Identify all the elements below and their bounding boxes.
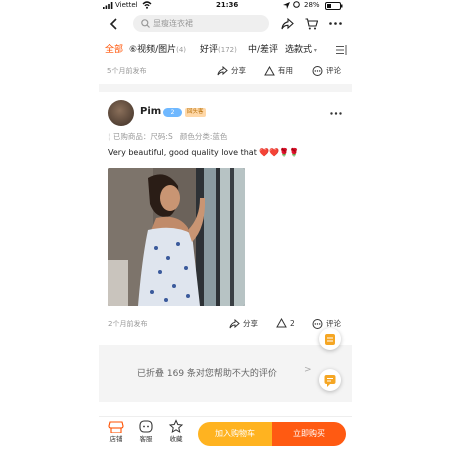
location-icon — [283, 2, 291, 9]
bottom-action-bar: 店铺 客服 收藏 加入购物车 立即购买 — [99, 416, 352, 450]
repeat-customer-badge: 回头客 — [185, 108, 206, 117]
share-icon[interactable] — [281, 18, 294, 30]
review-photo[interactable] — [108, 168, 245, 306]
add-to-cart-button[interactable]: 加入购物车 — [198, 422, 272, 446]
filter-menu-icon[interactable] — [336, 45, 347, 55]
battery-percent: 28% — [304, 1, 320, 9]
floating-message-button[interactable] — [319, 369, 341, 391]
tab-neutral-negative[interactable]: 中/差评 — [248, 38, 278, 62]
message-icon — [324, 375, 336, 387]
floating-coupon-button[interactable] — [319, 328, 341, 350]
prev-share-button[interactable]: 分享 — [217, 65, 246, 76]
phone-screen: Viettel 21:36 28% 显瘦连衣裙 全部 ⑥视频/图片(4) 好评(… — [99, 0, 352, 450]
tab-select-style[interactable]: 选款式 ▾ — [285, 38, 317, 63]
star-icon — [168, 419, 184, 433]
folded-reviews-link[interactable]: 已折叠 169 条对您帮助不大的评价 > — [99, 345, 352, 402]
status-time: 21:36 — [216, 1, 239, 9]
search-placeholder: 显瘦连衣裙 — [153, 19, 193, 28]
username[interactable]: Pim — [140, 106, 161, 117]
share-icon — [217, 65, 228, 75]
customer-service-button[interactable]: 客服 — [132, 419, 160, 443]
battery-icon — [325, 2, 343, 10]
triangle-up-icon — [276, 318, 287, 328]
triangle-up-icon — [264, 65, 275, 75]
comment-icon — [312, 65, 323, 76]
tab-video-images[interactable]: ⑥视频/图片(4) — [129, 38, 186, 62]
avatar[interactable] — [108, 100, 134, 126]
search-icon — [141, 19, 150, 28]
review-card: Pim 2 回头客 ¦ 已购商品：尺码:S 颜色分类:蓝色 Very beaut… — [99, 92, 352, 344]
back-icon[interactable] — [109, 18, 118, 30]
signal-icon — [103, 2, 113, 9]
review-like-button[interactable]: 2 — [276, 318, 295, 328]
purchase-info: ¦ 已购商品：尺码:S 颜色分类:蓝色 — [108, 132, 228, 141]
folded-reviews-text: 已折叠 169 条对您帮助不大的评价 — [137, 369, 277, 379]
comment-icon — [312, 318, 323, 329]
prev-comment-button[interactable]: 评论 — [312, 65, 341, 76]
tab-all[interactable]: 全部 — [105, 38, 123, 62]
top-bar: 显瘦连衣裙 — [99, 13, 352, 37]
filter-tabs: 全部 ⑥视频/图片(4) 好评(172) 中/差评 选款式 ▾ — [99, 38, 352, 62]
favorite-button[interactable]: 收藏 — [162, 419, 190, 443]
review-more-icon[interactable] — [330, 112, 342, 115]
buy-now-button[interactable]: 立即购买 — [272, 422, 346, 446]
shop-button[interactable]: 店铺 — [102, 419, 130, 443]
prev-useful-button[interactable]: 有用 — [264, 65, 293, 76]
status-bar: Viettel 21:36 28% — [99, 0, 352, 13]
shop-icon — [108, 421, 124, 433]
chevron-right-icon: > — [304, 365, 312, 375]
search-input[interactable]: 显瘦连衣裙 — [133, 15, 269, 32]
tab-positive[interactable]: 好评(172) — [200, 38, 237, 62]
service-icon — [139, 420, 153, 433]
prev-review-time: 5个月前发布 — [107, 67, 147, 75]
cart-icon[interactable] — [305, 18, 318, 30]
prev-review-footer: 5个月前发布 分享 有用 评论 — [99, 62, 352, 82]
alarm-icon — [293, 1, 300, 8]
review-text: Very beautiful, good quality love that ❤… — [108, 148, 300, 157]
share-icon — [229, 318, 240, 328]
coupon-icon — [325, 334, 335, 345]
vip-badge: 2 — [163, 108, 182, 117]
wifi-icon — [142, 1, 152, 9]
more-icon[interactable] — [329, 22, 342, 25]
carrier: Viettel — [115, 1, 138, 9]
review-time: 2个月前发布 — [108, 320, 148, 328]
separator — [99, 84, 352, 92]
review-share-button[interactable]: 分享 — [229, 318, 258, 329]
